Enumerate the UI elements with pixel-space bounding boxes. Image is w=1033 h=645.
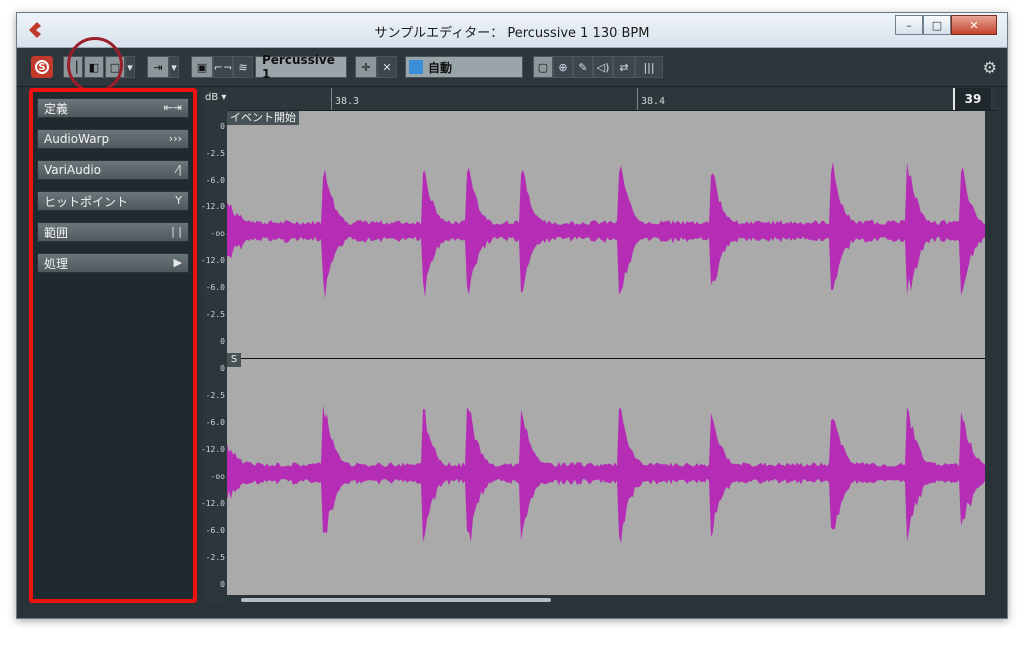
db-label: -6.0 bbox=[205, 176, 225, 185]
db-label: -2.5 bbox=[205, 553, 225, 562]
db-label: -2.5 bbox=[205, 391, 225, 400]
title-bar[interactable]: サンプルエディター： Percussive 1 130 BPM – □ ✕ bbox=[17, 13, 1007, 48]
solo-button[interactable]: S bbox=[31, 56, 53, 78]
db-label: -6.0 bbox=[205, 418, 225, 427]
maximize-button[interactable]: □ bbox=[923, 15, 951, 35]
bar-marker: 39 bbox=[953, 88, 991, 110]
variaudio-icon: ⁄| bbox=[176, 163, 182, 176]
section-range[interactable]: 範囲 | | bbox=[37, 222, 189, 242]
db-label: -12.0 bbox=[200, 499, 225, 508]
scrollbar-thumb[interactable] bbox=[241, 598, 551, 602]
chevron-down-icon[interactable]: ▾ bbox=[169, 56, 179, 78]
chevron-down-icon[interactable]: ▾ bbox=[125, 56, 135, 78]
close-button[interactable]: ✕ bbox=[951, 15, 997, 35]
ruler-label: 38.4 bbox=[641, 96, 666, 107]
clip-selector[interactable]: Percussive 1 bbox=[255, 53, 347, 81]
definition-icon: ⇤⇥ bbox=[163, 101, 182, 114]
time-warp-icon[interactable]: ⇄ bbox=[613, 56, 635, 78]
toolbar: S ▕ ◧ □ ▾ ⇥ ▾ ▣ ⌐¬ ≋ Percussive 1 ✛ ✕ 自動… bbox=[17, 48, 1007, 87]
db-label: 0 bbox=[220, 580, 225, 589]
audiowarp-icon: ››› bbox=[168, 132, 182, 145]
db-label: -2.5 bbox=[205, 149, 225, 158]
db-label: -12.0 bbox=[200, 202, 225, 211]
range-icon: | | bbox=[171, 225, 182, 238]
speaker-icon[interactable]: ◁) bbox=[593, 56, 613, 78]
hitpoint-filter-icon: Y bbox=[175, 194, 182, 207]
waveform-editor: dB ▾ 0 -2.5 -6.0 -12.0 -oo -12.0 -6.0 -2… bbox=[200, 88, 999, 605]
left-zone-panel: 定義 ⇤⇥ AudioWarp ››› VariAudio ⁄| ヒットポイント… bbox=[29, 88, 197, 603]
section-audiowarp[interactable]: AudioWarp ››› bbox=[37, 129, 189, 149]
section-definition[interactable]: 定義 ⇤⇥ bbox=[37, 98, 189, 118]
db-scale: dB ▾ 0 -2.5 -6.0 -12.0 -oo -12.0 -6.0 -2… bbox=[200, 88, 227, 605]
solo-icon: S bbox=[35, 60, 49, 74]
play-icon: ▶ bbox=[173, 256, 182, 269]
select-icon[interactable]: ▢ bbox=[533, 56, 553, 78]
highlight-circle bbox=[67, 37, 123, 93]
play-audio-icon[interactable]: ⇥ bbox=[147, 56, 169, 78]
window-title: サンプルエディター： Percussive 1 130 BPM bbox=[374, 26, 650, 41]
db-label: 0 bbox=[220, 122, 225, 131]
zoom-icon[interactable]: ⊕ bbox=[553, 56, 573, 78]
timeline-ruler[interactable]: 38.3 38.4 39 bbox=[227, 88, 997, 111]
minimize-button[interactable]: – bbox=[895, 15, 923, 35]
color-icon bbox=[409, 60, 423, 74]
vertical-scrollbar[interactable] bbox=[987, 111, 999, 595]
crosshair-icon[interactable]: ✛ bbox=[355, 56, 377, 78]
db-label: 0 bbox=[220, 337, 225, 346]
section-variaudio[interactable]: VariAudio ⁄| bbox=[37, 160, 189, 180]
gear-icon[interactable]: ⚙ bbox=[983, 58, 997, 77]
waveform-channel bbox=[227, 161, 985, 300]
db-label: -oo bbox=[210, 472, 225, 481]
waveform-display[interactable] bbox=[227, 111, 985, 595]
horizontal-scrollbar[interactable] bbox=[227, 595, 985, 605]
snap-zero-icon[interactable]: ⌐¬ bbox=[213, 56, 233, 78]
db-label: -2.5 bbox=[205, 310, 225, 319]
db-label: -oo bbox=[210, 229, 225, 238]
snap-icon[interactable]: ▣ bbox=[191, 56, 213, 78]
channel-label: S bbox=[227, 353, 241, 367]
bars-icon[interactable]: ||| bbox=[635, 56, 663, 78]
event-start-marker[interactable]: イベント開始 bbox=[227, 111, 299, 125]
channel-divider bbox=[227, 358, 985, 359]
section-hitpoints[interactable]: ヒットポイント Y bbox=[37, 191, 189, 211]
db-label: -6.0 bbox=[205, 283, 225, 292]
db-label: -12.0 bbox=[200, 445, 225, 454]
ruler-label: 38.3 bbox=[335, 96, 360, 107]
db-label: -6.0 bbox=[205, 526, 225, 535]
sample-editor-window: サンプルエディター： Percussive 1 130 BPM – □ ✕ S … bbox=[16, 12, 1008, 619]
collapse-icon[interactable]: ✕ bbox=[377, 56, 397, 78]
waveform-channel bbox=[227, 404, 985, 543]
section-process[interactable]: 処理 ▶ bbox=[37, 253, 189, 273]
db-scale-header[interactable]: dB ▾ bbox=[205, 92, 226, 103]
waveform-svg bbox=[227, 161, 985, 543]
db-label: -12.0 bbox=[200, 256, 225, 265]
ruler-tick bbox=[331, 88, 332, 110]
ruler-tick bbox=[637, 88, 638, 110]
db-label: 0 bbox=[220, 364, 225, 373]
grid-icon[interactable]: ≋ bbox=[233, 56, 253, 78]
pencil-icon[interactable]: ✎ bbox=[573, 56, 593, 78]
